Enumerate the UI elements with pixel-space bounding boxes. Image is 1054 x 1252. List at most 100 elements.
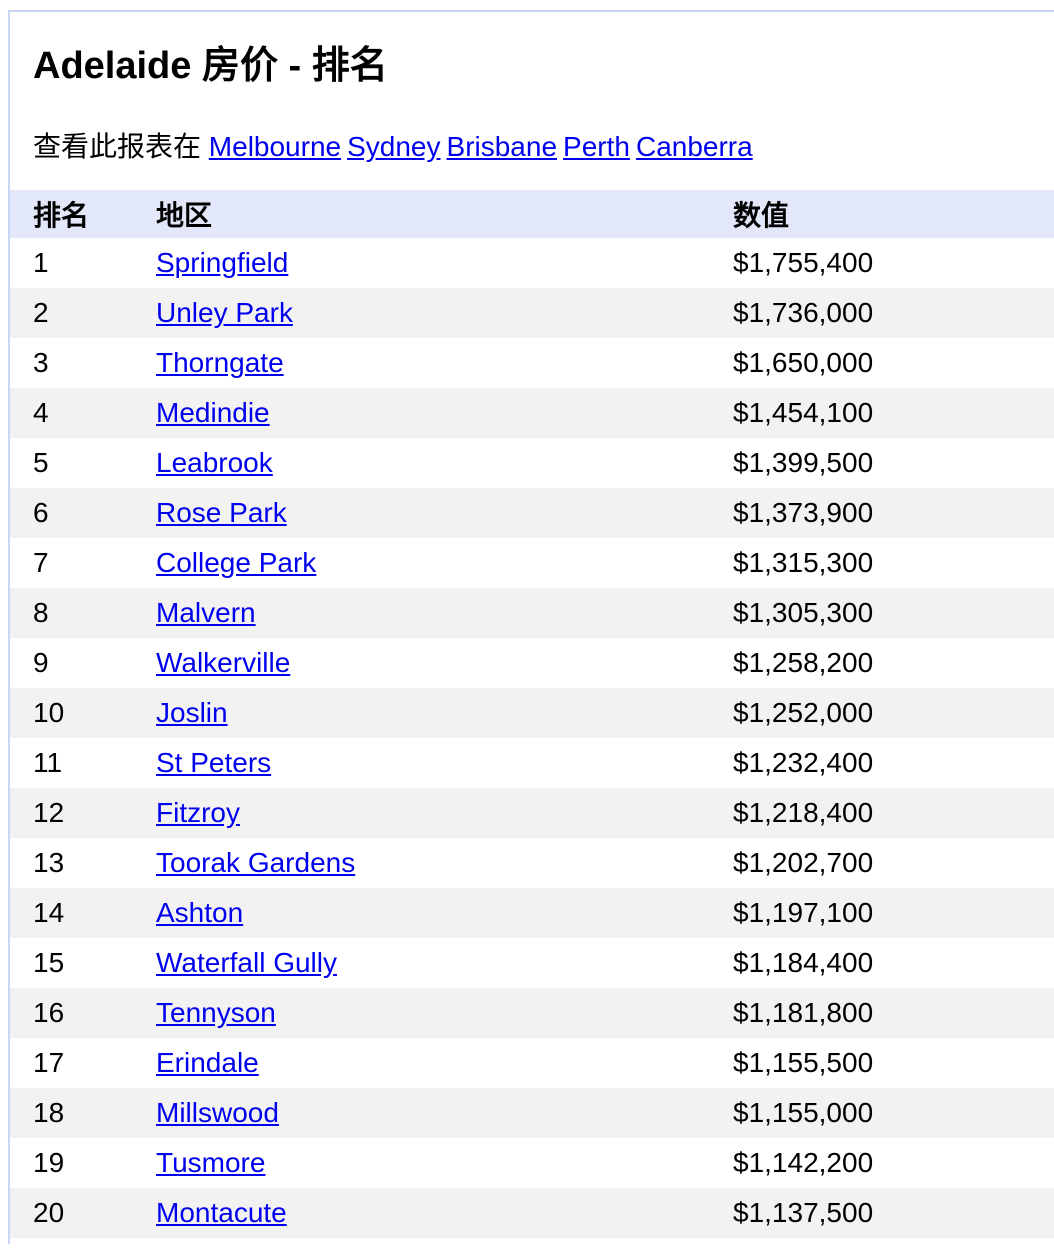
rank-cell: 12: [10, 788, 156, 838]
area-cell: Toorak Gardens: [156, 838, 733, 888]
table-row: 10Joslin$1,252,000: [10, 688, 1054, 738]
rank-cell: 17: [10, 1038, 156, 1088]
area-link[interactable]: Thorngate: [156, 347, 284, 378]
value-cell: $1,232,400: [733, 738, 1054, 788]
value-cell: $1,137,500: [733, 1188, 1054, 1238]
city-link-canberra[interactable]: Canberra: [636, 131, 753, 162]
value-cell: $1,218,400: [733, 788, 1054, 838]
area-cell: Millswood: [156, 1088, 733, 1138]
area-link[interactable]: Joslin: [156, 697, 228, 728]
area-link[interactable]: St Peters: [156, 747, 271, 778]
table-row: 1Springfield $1,755,400: [10, 238, 1054, 288]
table-row: 7College Park $1,315,300: [10, 538, 1054, 588]
rank-cell: 10: [10, 688, 156, 738]
table-row: 16Tennyson $1,181,800: [10, 988, 1054, 1038]
area-cell: St Peters: [156, 738, 733, 788]
city-link-sydney[interactable]: Sydney: [347, 131, 440, 162]
area-link[interactable]: Tusmore: [156, 1147, 265, 1178]
area-link[interactable]: Ashton: [156, 897, 243, 928]
area-cell: College Park: [156, 538, 733, 588]
report-links-line: 查看此报表在 MelbourneSydneyBrisbanePerthCanbe…: [10, 88, 1054, 190]
ranking-table: 排名 地区 数值 1Springfield $1,755,400 2Unley Pa…: [10, 190, 1054, 1238]
value-cell: $1,454,100: [733, 388, 1054, 438]
table-header: 排名 地区 数值: [10, 190, 1054, 238]
area-link[interactable]: Medindie: [156, 397, 270, 428]
area-link[interactable]: Springfield: [156, 247, 288, 278]
area-cell: Springfield: [156, 238, 733, 288]
area-link[interactable]: Toorak Gardens: [156, 847, 355, 878]
area-cell: Joslin: [156, 688, 733, 738]
area-link[interactable]: Erindale: [156, 1047, 259, 1078]
table-row: 15Waterfall Gully $1,184,400: [10, 938, 1054, 988]
city-link-melbourne[interactable]: Melbourne: [209, 131, 341, 162]
rank-cell: 4: [10, 388, 156, 438]
city-links: MelbourneSydneyBrisbanePerthCanberra: [209, 131, 759, 162]
city-link-perth[interactable]: Perth: [563, 131, 630, 162]
area-link[interactable]: Leabrook: [156, 447, 273, 478]
header-value: 数值: [733, 190, 1054, 238]
table-row: 11St Peters $1,232,400: [10, 738, 1054, 788]
table-row: 13Toorak Gardens$1,202,700: [10, 838, 1054, 888]
value-cell: $1,315,300: [733, 538, 1054, 588]
area-link[interactable]: Malvern: [156, 597, 256, 628]
table-row: 20Montacute $1,137,500: [10, 1188, 1054, 1238]
table-row: 6Rose Park $1,373,900: [10, 488, 1054, 538]
rank-cell: 13: [10, 838, 156, 888]
report-links-prefix: 查看此报表在: [33, 131, 201, 162]
area-cell: Leabrook: [156, 438, 733, 488]
area-link[interactable]: Waterfall Gully: [156, 947, 337, 978]
area-cell: Tennyson: [156, 988, 733, 1038]
value-cell: $1,736,000: [733, 288, 1054, 338]
rank-cell: 11: [10, 738, 156, 788]
value-cell: $1,142,200: [733, 1138, 1054, 1188]
area-link[interactable]: Rose Park: [156, 497, 287, 528]
table-row: 9Walkerville $1,258,200: [10, 638, 1054, 688]
area-cell: Fitzroy: [156, 788, 733, 838]
area-link[interactable]: Montacute: [156, 1197, 287, 1228]
report-page: Adelaide 房价 - 排名 查看此报表在 MelbourneSydneyB…: [8, 10, 1054, 1244]
area-link[interactable]: Unley Park: [156, 297, 293, 328]
value-cell: $1,155,500: [733, 1038, 1054, 1088]
value-cell: $1,305,300: [733, 588, 1054, 638]
area-link[interactable]: Fitzroy: [156, 797, 240, 828]
table-row: 8Malvern $1,305,300: [10, 588, 1054, 638]
value-cell: $1,755,400: [733, 238, 1054, 288]
area-link[interactable]: Tennyson: [156, 997, 276, 1028]
value-cell: $1,181,800: [733, 988, 1054, 1038]
area-cell: Tusmore: [156, 1138, 733, 1188]
rank-cell: 19: [10, 1138, 156, 1188]
rank-cell: 3: [10, 338, 156, 388]
rank-cell: 2: [10, 288, 156, 338]
table-row: 5Leabrook$1,399,500: [10, 438, 1054, 488]
rank-cell: 1: [10, 238, 156, 288]
rank-cell: 6: [10, 488, 156, 538]
rank-cell: 14: [10, 888, 156, 938]
area-cell: Erindale: [156, 1038, 733, 1088]
value-cell: $1,184,400: [733, 938, 1054, 988]
rank-cell: 15: [10, 938, 156, 988]
city-link-brisbane[interactable]: Brisbane: [447, 131, 558, 162]
value-cell: $1,197,100: [733, 888, 1054, 938]
area-cell: Walkerville: [156, 638, 733, 688]
value-cell: $1,258,200: [733, 638, 1054, 688]
area-link[interactable]: College Park: [156, 547, 316, 578]
rank-cell: 8: [10, 588, 156, 638]
area-cell: Montacute: [156, 1188, 733, 1238]
value-cell: $1,650,000: [733, 338, 1054, 388]
area-link[interactable]: Walkerville: [156, 647, 290, 678]
rank-cell: 20: [10, 1188, 156, 1238]
table-header-row: 排名 地区 数值: [10, 190, 1054, 238]
table-row: 3Thorngate $1,650,000: [10, 338, 1054, 388]
header-area: 地区: [156, 190, 733, 238]
area-link[interactable]: Millswood: [156, 1097, 279, 1128]
value-cell: $1,373,900: [733, 488, 1054, 538]
rank-cell: 9: [10, 638, 156, 688]
page-title: Adelaide 房价 - 排名: [10, 12, 1054, 88]
header-rank: 排名: [10, 190, 156, 238]
value-cell: $1,155,000: [733, 1088, 1054, 1138]
rank-cell: 5: [10, 438, 156, 488]
table-row: 12Fitzroy $1,218,400: [10, 788, 1054, 838]
rank-cell: 7: [10, 538, 156, 588]
table-row: 18Millswood$1,155,000: [10, 1088, 1054, 1138]
rank-cell: 16: [10, 988, 156, 1038]
